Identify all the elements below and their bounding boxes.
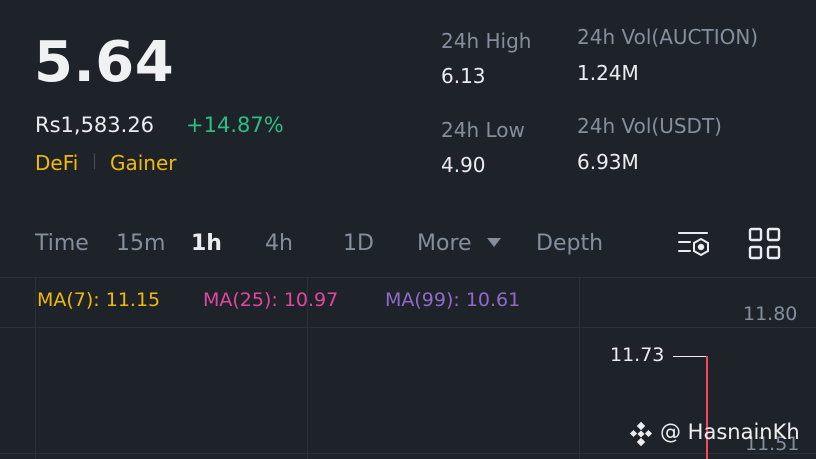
tag-gainer[interactable]: Gainer <box>110 151 177 175</box>
indicator-settings-icon[interactable] <box>677 228 713 260</box>
fiat-price: Rs1,583.26 <box>35 113 155 137</box>
tab-15m[interactable]: 15m <box>116 231 165 256</box>
price-change-percent: +14.87% <box>186 113 284 137</box>
stat-low-value: 4.90 <box>441 153 486 177</box>
tag-separator <box>94 153 95 169</box>
stat-high-label: 24h High <box>441 29 532 53</box>
stat-vol-base-value: 1.24M <box>577 61 639 85</box>
stat-vol-base-label: 24h Vol(AUCTION) <box>577 25 759 49</box>
ma99-indicator: MA(99): 10.61 <box>385 289 521 311</box>
chart-high-marker-line <box>673 356 707 357</box>
tab-1d[interactable]: 1D <box>343 231 374 256</box>
ma7-indicator: MA(7): 11.15 <box>37 289 161 311</box>
stat-vol-quote-value: 6.93M <box>577 150 639 174</box>
tab-4h[interactable]: 4h <box>265 231 293 256</box>
watermark-text: @ HasnainKh <box>660 420 800 444</box>
tab-time[interactable]: Time <box>35 231 89 256</box>
tab-more[interactable]: More <box>417 231 472 256</box>
tab-depth[interactable]: Depth <box>536 231 603 256</box>
chart-gridline-horizontal <box>0 327 816 328</box>
tag-defi[interactable]: DeFi <box>35 151 78 175</box>
grid-layout-icon[interactable] <box>748 227 782 261</box>
binance-logo-icon <box>628 421 654 447</box>
last-price: 5.64 <box>34 30 175 95</box>
toolbar-divider <box>0 277 816 278</box>
stat-low-label: 24h Low <box>441 118 525 142</box>
caret-down-icon[interactable] <box>487 238 501 247</box>
stat-vol-quote-label: 24h Vol(USDT) <box>577 114 722 138</box>
ma25-indicator: MA(25): 10.97 <box>203 289 339 311</box>
chart-high-marker-label: 11.73 <box>610 344 665 366</box>
chart-gridline-vertical <box>579 278 580 459</box>
chart-gridline-vertical <box>35 278 36 459</box>
price-axis-label-top: 11.80 <box>743 303 798 325</box>
tab-1h[interactable]: 1h <box>191 231 222 256</box>
chart-gridline-horizontal <box>0 453 816 454</box>
stat-high-value: 6.13 <box>441 64 486 88</box>
